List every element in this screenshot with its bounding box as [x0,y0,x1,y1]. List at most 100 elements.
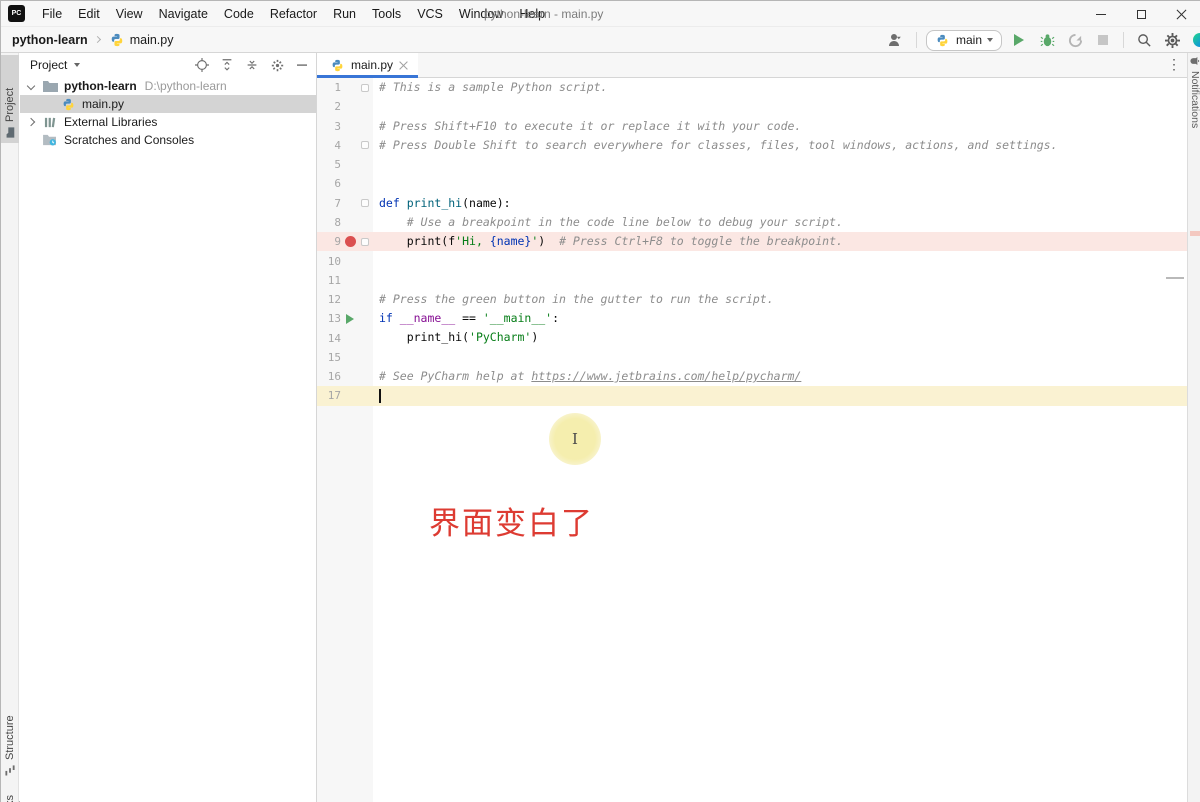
gutter-cell[interactable]: 3 [317,117,373,136]
menu-edit[interactable]: Edit [70,7,108,21]
gutter-cell[interactable]: 14 [317,328,373,347]
hide-panel-button[interactable] [294,57,310,73]
code-line-3[interactable]: 3# Press Shift+F10 to execute it or repl… [317,117,1187,136]
tool-stripe-project-tab[interactable]: Project [1,55,19,143]
project-panel-title[interactable]: Project [30,58,67,72]
code-line-16[interactable]: 16# See PyCharm help at https://www.jetb… [317,367,1187,386]
menu-view[interactable]: View [108,7,151,21]
gutter-cell[interactable]: 4 [317,136,373,155]
menu-refactor[interactable]: Refactor [262,7,325,21]
locate-file-button[interactable] [194,57,210,73]
code-line-17[interactable]: 17 [317,386,1187,405]
code-line-11[interactable]: 11 [317,271,1187,290]
code-text[interactable]: if __name__ == '__main__': [373,309,1187,328]
code-line-10[interactable]: 10 [317,251,1187,270]
code-line-4[interactable]: 4# Press Double Shift to search everywhe… [317,136,1187,155]
menu-navigate[interactable]: Navigate [151,7,216,21]
gutter-cell[interactable]: 16 [317,367,373,386]
debug-button[interactable] [1036,29,1058,51]
fold-region-slot[interactable] [359,141,371,149]
code-text[interactable]: # Press Shift+F10 to execute it or repla… [373,117,1187,136]
collapse-all-button[interactable] [244,57,260,73]
gutter-cell[interactable]: 11 [317,271,373,290]
run-line-icon[interactable] [346,314,354,324]
code-text[interactable]: # See PyCharm help at https://www.jetbra… [373,367,1187,386]
gutter-breakpoint-slot[interactable] [341,236,359,247]
code-text[interactable]: # Press Double Shift to search everywher… [373,136,1187,155]
code-text[interactable] [373,386,1187,405]
fold-marker-icon[interactable] [361,238,369,246]
gutter-cell[interactable]: 17 [317,386,373,405]
expand-all-button[interactable] [219,57,235,73]
fold-region-slot[interactable] [359,84,371,92]
settings-button[interactable] [1161,29,1183,51]
menu-file[interactable]: File [34,7,70,21]
gutter-cell[interactable]: 8 [317,213,373,232]
breakpoint-icon[interactable] [345,236,356,247]
code-text[interactable]: print_hi('PyCharm') [373,328,1187,347]
tool-stripe-notifications-tab[interactable]: Notifications [1188,56,1200,128]
stop-button[interactable] [1092,29,1114,51]
menu-tools[interactable]: Tools [364,7,409,21]
tab-mainpy[interactable]: main.py [317,53,418,77]
gutter-cell[interactable]: 12 [317,290,373,309]
code-text[interactable]: def print_hi(name): [373,194,1187,213]
gutter-cell[interactable]: 6 [317,174,373,193]
menu-vcs[interactable]: VCS [409,7,451,21]
menu-code[interactable]: Code [216,7,262,21]
collapsed-chevron-icon[interactable] [27,118,35,126]
fold-marker-icon[interactable] [361,84,369,92]
code-text[interactable]: # Press the green button in the gutter t… [373,290,1187,309]
gutter-cell[interactable]: 15 [317,348,373,367]
gutter-cell[interactable]: 5 [317,155,373,174]
code-line-7[interactable]: 7def print_hi(name): [317,194,1187,213]
fold-region-slot[interactable] [359,238,371,246]
code-line-14[interactable]: 14 print_hi('PyCharm') [317,328,1187,347]
maximize-button[interactable] [1121,1,1161,27]
run-button[interactable] [1008,29,1030,51]
fold-region-slot[interactable] [359,199,371,207]
code-line-5[interactable]: 5 [317,155,1187,174]
code-text[interactable]: # This is a sample Python script. [373,78,1187,97]
code-line-13[interactable]: 13if __name__ == '__main__': [317,309,1187,328]
code-line-15[interactable]: 15 [317,348,1187,367]
code-line-9[interactable]: 9 print(f'Hi, {name}') # Press Ctrl+F8 t… [317,232,1187,251]
fold-marker-icon[interactable] [361,199,369,207]
gutter-cell[interactable]: 1 [317,78,373,97]
code-line-1[interactable]: 1# This is a sample Python script. [317,78,1187,97]
close-button[interactable] [1161,1,1200,27]
code-text[interactable]: print(f'Hi, {name}') # Press Ctrl+F8 to … [373,232,1187,251]
tool-stripe-bookmarks-tab[interactable]: Bookmarks [1,789,19,802]
breadcrumb-project[interactable]: python-learn [12,33,88,47]
tree-row-external-libraries[interactable]: External Libraries [20,113,316,131]
gutter-cell[interactable]: 13 [317,309,373,328]
breadcrumb-file[interactable]: main.py [130,33,174,47]
code-line-2[interactable]: 2 [317,97,1187,116]
search-everywhere-button[interactable] [1133,29,1155,51]
code-line-12[interactable]: 12# Press the green button in the gutter… [317,290,1187,309]
code-line-8[interactable]: 8 # Use a breakpoint in the code line be… [317,213,1187,232]
run-configuration-select[interactable]: main [926,30,1002,51]
gutter-cell[interactable]: 9 [317,232,373,251]
minimize-button[interactable] [1081,1,1121,27]
expanded-chevron-icon[interactable] [27,82,35,90]
panel-settings-button[interactable] [269,57,285,73]
code-text[interactable]: # Use a breakpoint in the code line belo… [373,213,1187,232]
menu-run[interactable]: Run [325,7,364,21]
gutter-cell[interactable]: 7 [317,194,373,213]
editor-options-kebab-icon[interactable]: ⋮ [1167,56,1181,73]
fold-marker-icon[interactable] [361,141,369,149]
rerun-coverage-button[interactable] [1064,29,1086,51]
code-line-6[interactable]: 6 [317,174,1187,193]
tree-row-project-root[interactable]: python-learn D:\python-learn [20,77,316,95]
code-editor[interactable]: 1# This is a sample Python script.23# Pr… [317,78,1187,802]
gutter-cell[interactable]: 2 [317,97,373,116]
tool-stripe-structure-tab[interactable]: Structure [1,693,19,781]
tree-row-mainpy[interactable]: main.py [20,95,316,113]
gutter-run-slot[interactable] [341,314,359,324]
gutter-cell[interactable]: 10 [317,251,373,270]
user-profile-button[interactable] [885,29,907,51]
ide-features-sphere-icon[interactable] [1189,29,1200,51]
tree-row-scratches[interactable]: Scratches and Consoles [20,131,316,149]
tab-close-icon[interactable] [399,61,408,70]
